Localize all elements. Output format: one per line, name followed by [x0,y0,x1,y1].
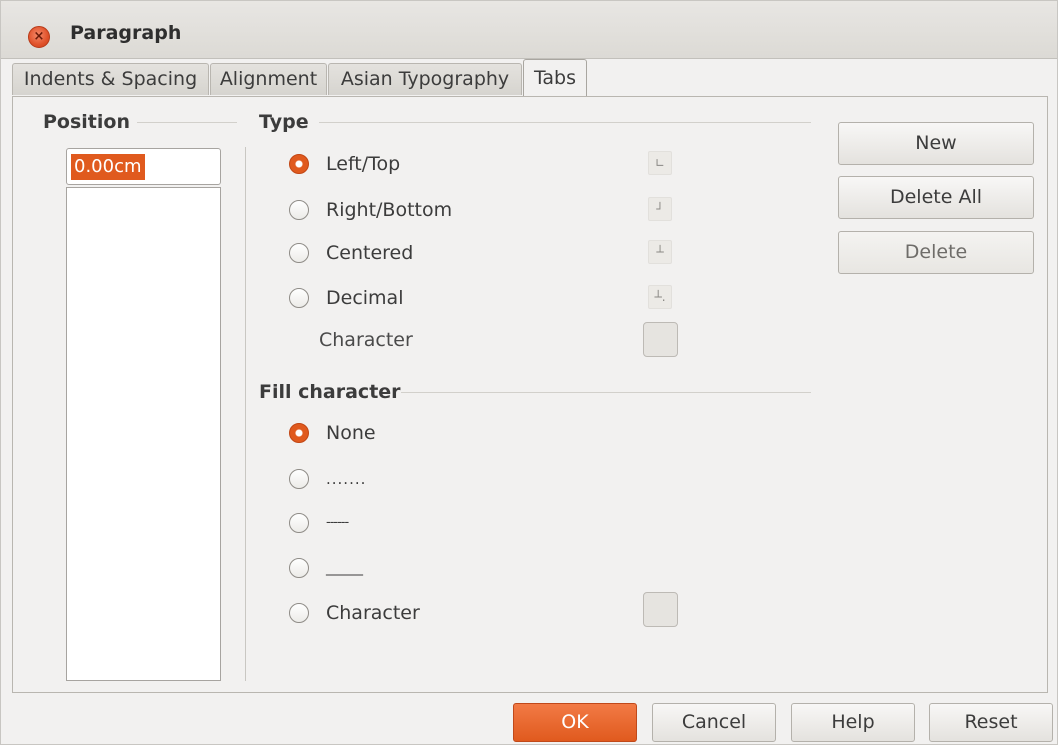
fill-character-radio[interactable]: Character [289,598,489,628]
radio-checked-icon [289,423,309,443]
position-heading: Position [43,111,130,133]
type-heading: Type [259,111,309,133]
position-separator [137,122,237,123]
type-right-bottom-radio[interactable]: Right/Bottom [289,195,509,225]
paragraph-dialog: × Paragraph Indents & Spacing Alignment … [0,0,1058,745]
fill-underscores-label: ______ [326,560,363,576]
tab-alignment[interactable]: Alignment [210,63,327,95]
radio-unchecked-icon [289,243,309,263]
radio-unchecked-icon [289,558,309,578]
radio-checked-icon [289,154,309,174]
tab-tabs[interactable]: Tabs [523,59,587,97]
position-value: 0.00cm [71,154,145,180]
tab-left-icon: ∟ [648,151,672,175]
type-decimal-radio[interactable]: Decimal [289,283,489,313]
column-divider [245,147,246,681]
type-right-bottom-label: Right/Bottom [326,199,453,221]
radio-unchecked-icon [289,513,309,533]
type-character-field [643,322,678,357]
type-separator [319,122,811,123]
radio-unchecked-icon [289,603,309,623]
radio-unchecked-icon [289,288,309,308]
fill-character-field [643,592,678,627]
close-icon[interactable]: × [28,26,50,48]
type-decimal-label: Decimal [326,287,404,309]
new-button[interactable]: New [838,122,1034,165]
fill-dashes-radio[interactable]: ------ [289,508,489,538]
delete-all-button[interactable]: Delete All [838,176,1034,219]
type-left-top-radio[interactable]: Left/Top [289,149,489,179]
tab-right-icon: ┘ [648,197,672,221]
tab-asian-typography[interactable]: Asian Typography [328,63,522,95]
tab-indents-spacing[interactable]: Indents & Spacing [12,63,209,95]
fill-heading: Fill character [259,381,401,403]
fill-none-label: None [326,422,376,444]
title-bar: × Paragraph [1,1,1057,59]
fill-dashes-label: ------ [326,515,349,530]
radio-unchecked-icon [289,469,309,489]
fill-separator [401,392,811,393]
ok-button[interactable]: OK [513,703,637,742]
fill-dots-radio[interactable]: ....... [289,464,489,494]
reset-button[interactable]: Reset [929,703,1053,742]
fill-dots-label: ....... [326,470,367,488]
fill-character-label: Character [326,602,420,624]
tab-center-icon: ┴ [648,240,672,264]
type-left-top-label: Left/Top [326,153,401,175]
fill-underscores-radio[interactable]: ______ [289,553,489,583]
tab-decimal-icon: ┴. [648,285,672,309]
radio-unchecked-icon [289,200,309,220]
position-list[interactable] [66,187,221,681]
delete-button[interactable]: Delete [838,231,1034,274]
help-button[interactable]: Help [791,703,915,742]
type-centered-radio[interactable]: Centered [289,238,489,268]
cancel-button[interactable]: Cancel [652,703,776,742]
fill-none-radio[interactable]: None [289,418,489,448]
type-character-label: Character [319,329,413,351]
position-input[interactable]: 0.00cm [66,148,221,185]
window-title: Paragraph [70,22,182,44]
type-centered-label: Centered [326,242,414,264]
